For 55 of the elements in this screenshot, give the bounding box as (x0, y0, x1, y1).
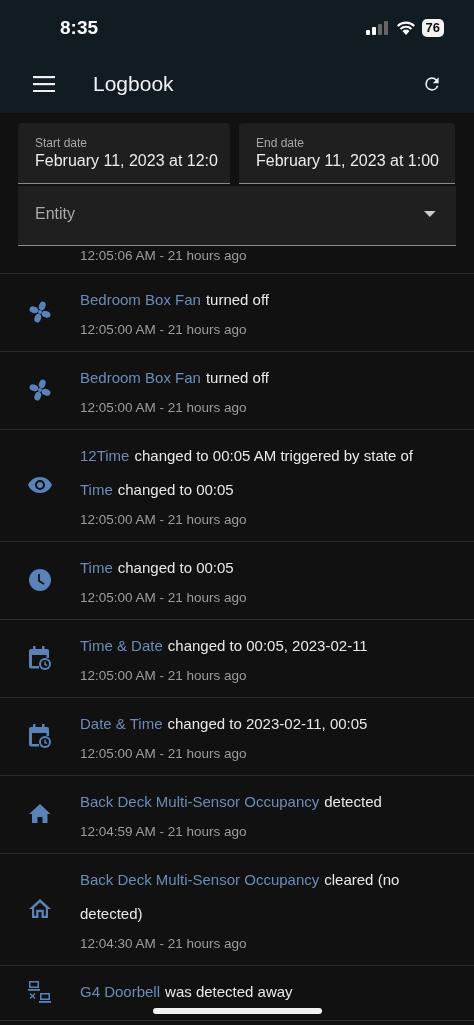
timestamp: 12:05:00 AM - 21 hours ago (80, 589, 248, 607)
entity-link[interactable]: G4 Doorbell (80, 983, 161, 1000)
entity-dropdown[interactable]: Entity (18, 186, 456, 246)
log-message: Back Deck Multi-Sensor Occupancy cleared (no detected) (80, 870, 401, 924)
end-date-field[interactable]: End date February 11, 2023 at 1:00 (239, 123, 455, 184)
entity-link[interactable]: Bedroom Box Fan (80, 369, 201, 386)
eye-icon (28, 476, 52, 493)
timestamp: 12:04:59 AM - 21 hours ago (80, 823, 248, 841)
entity-link[interactable]: Back Deck Multi-Sensor Occupancy (80, 871, 320, 888)
home-icon (29, 804, 51, 823)
menu-icon (33, 76, 55, 92)
log-message: 12Time changed to 00:05 AM triggered by state of (80, 446, 414, 466)
refresh-button[interactable] (422, 74, 442, 94)
timestamp: 12:05:00 AM - 21 hours ago (80, 511, 248, 529)
refresh-icon (422, 74, 442, 94)
timestamp: 12:05:00 AM - 21 hours ago (80, 321, 248, 339)
start-date-input[interactable]: February 11, 2023 at 12:0 (35, 151, 220, 171)
log-message: Date & Time changed to 2023-02-11, 00:05 (80, 714, 369, 734)
calendar-clock-icon (29, 723, 51, 748)
fan-icon (28, 377, 52, 402)
start-date-field[interactable]: Start date February 11, 2023 at 12:0 (18, 123, 230, 184)
clock-icon (29, 568, 51, 591)
timestamp: 12:05:00 AM - 21 hours ago (80, 745, 248, 763)
entity-link[interactable]: Time (80, 481, 113, 498)
timestamp: 12:05:00 AM - 21 hours ago (80, 399, 248, 417)
log-message: Time changed to 00:05 (80, 558, 235, 578)
entity-link[interactable]: Bedroom Box Fan (80, 291, 201, 308)
calendar-clock-icon (29, 645, 51, 670)
page-title: Logbook (93, 72, 175, 96)
signal-icon (365, 20, 390, 35)
timestamp: 12:04:30 AM - 21 hours ago (80, 935, 248, 953)
end-date-input[interactable]: February 11, 2023 at 1:00 (256, 151, 445, 171)
field-label: Start date (35, 135, 89, 151)
entity-link[interactable]: Back Deck Multi-Sensor Occupancy (80, 793, 320, 810)
battery-level: 76 (421, 18, 444, 37)
entity-link[interactable]: 12Time (80, 447, 130, 464)
log-message: G4 Doorbell was detected away (80, 982, 294, 1002)
timestamp: 12:05:00 AM - 21 hours ago (80, 667, 248, 685)
entity-link[interactable]: Date & Time (80, 715, 163, 732)
dropdown-caret-icon (424, 210, 436, 217)
log-message: Bedroom Box Fan turned off (80, 290, 270, 310)
fan-icon (28, 299, 52, 324)
entity-input[interactable]: Entity (35, 203, 425, 224)
log-message: Bedroom Box Fan turned off (80, 368, 270, 388)
field-label: End date (256, 135, 306, 151)
entity-link[interactable]: Time & Date (80, 637, 163, 654)
log-message: Time & Date changed to 00:05, 2023-02-11 (80, 636, 369, 656)
log-message: Back Deck Multi-Sensor Occupancy detected (80, 792, 383, 812)
clock-time: 8:35 (60, 16, 100, 39)
home-outline-icon (29, 899, 51, 918)
timestamp: 12:05:06 AM - 21 hours ago (80, 247, 248, 265)
network-off-icon (28, 980, 52, 1004)
entity-link[interactable]: Time (80, 559, 113, 576)
log-message: Time changed to 00:05 (80, 480, 235, 500)
wifi-icon (395, 20, 416, 35)
